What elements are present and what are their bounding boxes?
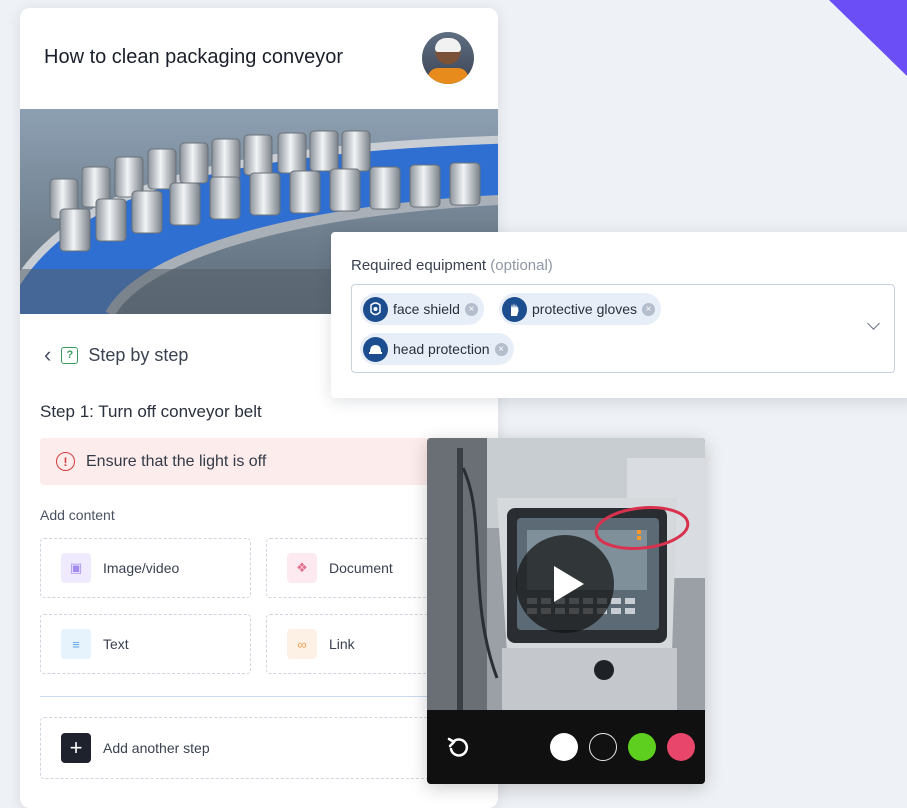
warning-banner: ! Ensure that the light is off bbox=[40, 438, 480, 485]
play-button[interactable] bbox=[516, 535, 614, 633]
tile-label: Document bbox=[329, 560, 393, 576]
paperclip-icon: ❖ bbox=[287, 553, 317, 583]
annotation-toolbar bbox=[427, 710, 705, 784]
add-text-button[interactable]: ≡ Text bbox=[40, 614, 251, 674]
tile-label: Image/video bbox=[103, 560, 180, 576]
divider bbox=[40, 696, 480, 697]
chip-label: head protection bbox=[393, 341, 490, 357]
swatch-green[interactable] bbox=[628, 733, 656, 761]
chip-label: protective gloves bbox=[532, 301, 638, 317]
face-shield-icon bbox=[363, 296, 388, 322]
remove-chip-icon[interactable]: × bbox=[464, 302, 478, 316]
add-content-label: Add content bbox=[40, 507, 115, 523]
play-icon bbox=[554, 566, 584, 602]
add-image-video-button[interactable]: ▣ Image/video bbox=[40, 538, 251, 598]
equipment-label-text: Required equipment bbox=[351, 257, 487, 274]
add-step-label: Add another step bbox=[103, 740, 210, 756]
chip-label: face shield bbox=[393, 301, 460, 317]
video-annotation-card bbox=[427, 438, 705, 784]
chevron-down-icon[interactable] bbox=[867, 317, 880, 330]
avatar-vest bbox=[428, 68, 468, 84]
step-nav: ‹ ? Step by step bbox=[44, 344, 188, 366]
help-icon: ? bbox=[61, 346, 79, 364]
guide-title: How to clean packaging conveyor bbox=[44, 46, 344, 68]
avatar-helmet bbox=[435, 38, 461, 52]
equipment-label: Required equipment (optional) bbox=[351, 257, 553, 274]
guide-header: How to clean packaging conveyor bbox=[20, 8, 498, 109]
remove-chip-icon[interactable]: × bbox=[642, 302, 656, 316]
back-chevron-icon[interactable]: ‹ bbox=[44, 344, 51, 366]
equipment-chip-face-shield[interactable]: face shield × bbox=[360, 293, 484, 325]
step-title[interactable]: Step 1: Turn off conveyor belt bbox=[40, 402, 262, 422]
add-another-step-button[interactable]: + Add another step bbox=[40, 717, 480, 779]
helmet-icon bbox=[363, 336, 388, 362]
equipment-chip-protective-gloves[interactable]: protective gloves × bbox=[499, 293, 662, 325]
tile-label: Link bbox=[329, 636, 355, 652]
nav-label: Step by step bbox=[88, 344, 189, 365]
text-lines-icon: ≡ bbox=[61, 629, 91, 659]
equipment-select[interactable]: face shield × protective gloves × head p… bbox=[351, 284, 895, 373]
corner-accent bbox=[829, 0, 907, 76]
swatch-black[interactable] bbox=[589, 733, 617, 761]
required-equipment-card: Required equipment (optional) face shiel… bbox=[331, 232, 907, 398]
link-icon: ∞ bbox=[287, 629, 317, 659]
camera-icon: ▣ bbox=[61, 553, 91, 583]
glove-icon bbox=[502, 296, 527, 322]
swatch-white[interactable] bbox=[550, 733, 578, 761]
video-frame[interactable] bbox=[427, 438, 705, 710]
swatch-red[interactable] bbox=[667, 733, 695, 761]
equipment-chip-head-protection[interactable]: head protection × bbox=[360, 333, 514, 365]
plus-icon: + bbox=[61, 733, 91, 763]
tile-label: Text bbox=[103, 636, 129, 652]
undo-icon[interactable] bbox=[445, 733, 473, 761]
alert-circle-icon: ! bbox=[56, 452, 75, 471]
avatar[interactable] bbox=[422, 32, 474, 84]
warning-text: Ensure that the light is off bbox=[86, 452, 267, 470]
remove-chip-icon[interactable]: × bbox=[494, 342, 508, 356]
equipment-optional-text: (optional) bbox=[490, 257, 553, 274]
